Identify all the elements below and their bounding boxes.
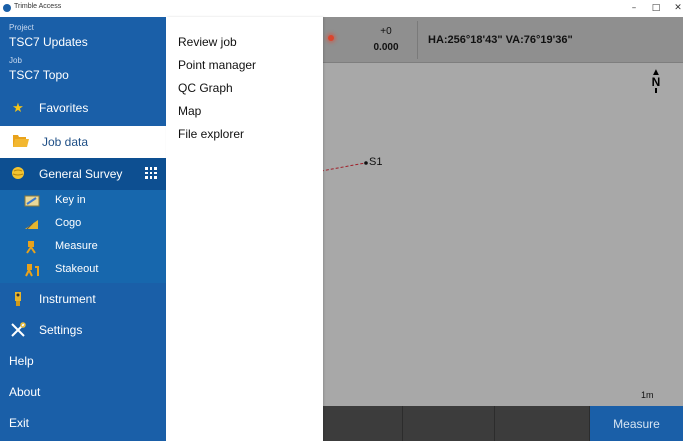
sidebar-item-job-data[interactable]: Job data [0,126,166,158]
panel-item-qc-graph[interactable]: QC Graph [178,81,233,95]
maximize-button[interactable]: □ [645,0,667,17]
submenu-item-key-in[interactable]: Key in [0,190,166,213]
panel-item-map[interactable]: Map [178,104,201,118]
survey-point-label[interactable]: S1 [369,156,382,168]
softkey-5[interactable] [495,406,590,441]
sidebar-item-favorites[interactable]: ★ Favorites [0,92,166,124]
sidebar-item-label: Job data [42,135,89,149]
submenu-item-measure[interactable]: Measure [0,236,166,259]
job-name: TSC7 Topo [9,68,69,82]
softkey-4[interactable] [403,406,495,441]
submenu-item-label: Cogo [55,217,82,229]
survey-point-marker[interactable] [364,161,368,165]
stakeout-icon [24,263,40,277]
submenu-item-stakeout[interactable]: Stakeout [0,259,166,282]
submenu-item-label: Measure [55,240,98,252]
sidebar-item-label: Instrument [39,292,96,306]
general-survey-submenu: Key in Cogo Measure Stakeout [0,190,166,283]
window-title: Trimble Access [14,3,62,10]
sidebar-item-general-survey[interactable]: General Survey [0,158,166,190]
minimize-button[interactable]: – [623,0,645,17]
app-logo-icon [3,4,11,12]
window-titlebar: Trimble Access – □ ✕ [0,0,683,17]
project-info[interactable]: Project TSC7 Updates Job TSC7 Topo [0,17,166,92]
sidebar-item-label: Help [9,354,34,368]
sidebar: Project TSC7 Updates Job TSC7 Topo ★ Fav… [0,17,166,441]
tools-icon [10,322,26,338]
sidebar-item-label: About [9,385,41,399]
job-label: Job [9,56,22,65]
dashed-survey-line [315,162,366,173]
close-button[interactable]: ✕ [667,0,683,17]
instrument-icon [10,291,26,307]
project-label: Project [9,23,34,32]
softkey-3[interactable] [312,406,403,441]
sidebar-item-label: General Survey [39,167,123,181]
sidebar-item-about[interactable]: About [0,376,166,408]
job-data-panel: Review job Point manager QC Graph Map Fi… [166,17,323,441]
submenu-item-label: Stakeout [55,263,99,275]
app-grid-icon[interactable] [145,167,157,179]
sidebar-item-label: Favorites [39,101,89,115]
globe-icon [10,166,26,182]
sidebar-item-exit[interactable]: Exit [0,407,166,439]
measure-icon [24,240,40,254]
sidebar-item-settings[interactable]: Settings [0,314,166,346]
measure-button[interactable]: Measure [590,406,683,441]
sidebar-item-help[interactable]: Help [0,345,166,377]
submenu-item-label: Key in [55,194,86,206]
sidebar-item-label: Exit [9,416,30,430]
sidebar-item-instrument[interactable]: Instrument [0,283,166,315]
sidebar-item-label: Settings [39,323,83,337]
cogo-icon [24,217,40,231]
key-in-icon [24,194,40,208]
folder-icon [13,134,29,150]
star-icon: ★ [12,100,24,115]
panel-item-point-manager[interactable]: Point manager [178,58,256,72]
submenu-item-cogo[interactable]: Cogo [0,213,166,236]
panel-item-file-explorer[interactable]: File explorer [178,127,244,141]
project-name: TSC7 Updates [9,35,88,49]
scale-label: 1m [641,390,654,400]
panel-item-review-job[interactable]: Review job [178,35,237,49]
